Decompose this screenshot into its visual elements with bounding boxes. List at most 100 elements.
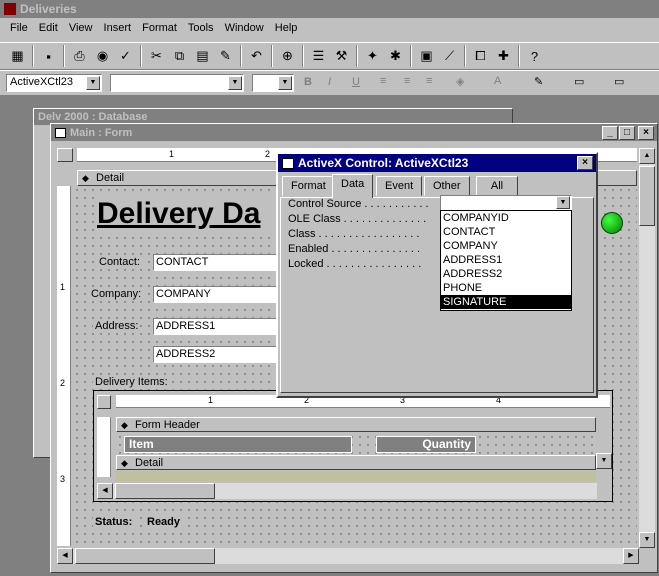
font-combo[interactable]: ▼ (110, 74, 244, 92)
form-vertical-scrollbar[interactable]: ▲ ▼ (639, 148, 655, 548)
dropdown-option[interactable]: PHONE (441, 281, 571, 295)
delivery-items-subform[interactable]: 1 2 3 4 ◆ Form Header Item Quantity ◆ De… (93, 390, 613, 502)
copy-icon[interactable]: ⧉ (168, 45, 191, 67)
status-label[interactable]: Status: (93, 516, 135, 528)
line-color-icon[interactable]: ✎ (534, 75, 543, 88)
subform-detail-bar[interactable]: ◆ Detail (116, 455, 596, 470)
align-left-icon[interactable]: ≡ (380, 75, 386, 87)
subform-header-bar[interactable]: ◆ Form Header (116, 417, 596, 432)
contact-field[interactable]: CONTACT (153, 254, 277, 271)
subform-ruler-corner[interactable] (97, 395, 111, 409)
menu-format[interactable]: Format (142, 22, 177, 34)
form-heading[interactable]: Delivery Da (97, 194, 277, 234)
spelling-icon[interactable]: ✓ (114, 45, 137, 67)
fill-color-icon[interactable]: ◈ (456, 75, 464, 88)
activex-globe-icon[interactable] (601, 212, 623, 234)
font-color-icon[interactable]: A (494, 75, 501, 87)
menu-view[interactable]: View (69, 22, 93, 34)
scroll-left-icon[interactable]: ◀ (97, 483, 113, 499)
align-right-icon[interactable]: ≡ (426, 75, 432, 87)
underline-icon[interactable]: U (352, 76, 360, 88)
insert-hyperlink-icon[interactable]: ⊕ (276, 45, 299, 67)
dropdown-option[interactable]: ADDRESS2 (441, 267, 571, 281)
menu-tools[interactable]: Tools (188, 22, 214, 34)
properties-dialog[interactable]: ActiveX Control: ActiveXCtl23 × Format D… (276, 152, 598, 398)
new-object-icon[interactable]: ✚ (492, 45, 515, 67)
menu-file[interactable]: File (10, 22, 28, 34)
tab-event[interactable]: Event (376, 176, 423, 196)
border-width-icon[interactable]: ▭ (574, 75, 584, 88)
autoformat-icon[interactable]: ✦ (361, 45, 384, 67)
scroll-thumb[interactable] (75, 548, 215, 564)
quantity-column-header[interactable]: Quantity (376, 436, 476, 453)
subform-horizontal-scrollbar[interactable]: ◀ (97, 483, 597, 499)
scroll-thumb[interactable] (115, 483, 215, 499)
address2-field[interactable]: ADDRESS2 (153, 346, 277, 363)
scroll-up-icon[interactable]: ▲ (639, 148, 655, 164)
build-icon[interactable]: ⟋ (438, 45, 461, 67)
database-window-icon[interactable]: ⧠ (469, 45, 492, 67)
scroll-thumb[interactable] (639, 166, 655, 226)
item-column-header[interactable]: Item (124, 436, 352, 453)
save-icon[interactable]: ▪ (37, 45, 60, 67)
vertical-ruler[interactable]: 1 2 3 (57, 186, 71, 546)
contact-label[interactable]: Contact: (97, 256, 142, 268)
tab-other[interactable]: Other (424, 176, 470, 196)
format-painter-icon[interactable]: ✎ (214, 45, 237, 67)
print-preview-icon[interactable]: ◉ (91, 45, 114, 67)
address1-field[interactable]: ADDRESS1 (153, 318, 277, 335)
size-combo[interactable]: ▼ (252, 74, 294, 92)
special-effect-icon[interactable]: ▭ (614, 75, 624, 88)
print-icon[interactable]: ⎙ (68, 45, 91, 67)
property-class[interactable]: Class . . . . . . . . . . . . . . . . . (288, 228, 419, 240)
property-locked[interactable]: Locked . . . . . . . . . . . . . . . . (288, 258, 421, 270)
minimize-icon[interactable]: _ (602, 126, 618, 140)
scroll-down-icon[interactable]: ▼ (639, 532, 655, 548)
control-source-combo[interactable]: ▼ (440, 195, 572, 211)
properties-icon[interactable]: ▣ (415, 45, 438, 67)
dropdown-option[interactable]: COMPANY (441, 239, 571, 253)
code-icon[interactable]: ✱ (384, 45, 407, 67)
control-source-dropdown-list[interactable]: COMPANYID CONTACT COMPANY ADDRESS1 ADDRE… (440, 210, 572, 311)
property-enabled[interactable]: Enabled . . . . . . . . . . . . . . . (288, 243, 420, 255)
status-value[interactable]: Ready (145, 516, 183, 528)
tab-all[interactable]: All (476, 176, 518, 196)
chevron-down-icon[interactable]: ▼ (556, 196, 570, 209)
menu-edit[interactable]: Edit (39, 22, 58, 34)
italic-icon[interactable]: I (328, 76, 331, 88)
maximize-icon[interactable]: □ (619, 126, 635, 140)
dropdown-option-selected[interactable]: SIGNATURE (441, 295, 571, 309)
property-ole-class[interactable]: OLE Class . . . . . . . . . . . . . . (288, 213, 426, 225)
tab-format[interactable]: Format (282, 176, 335, 196)
undo-icon[interactable]: ↶ (245, 45, 268, 67)
scroll-right-icon[interactable]: ▶ (623, 548, 639, 564)
bold-icon[interactable]: B (304, 76, 312, 88)
form-view-icon[interactable]: ▦ (6, 45, 29, 67)
address-label[interactable]: Address: (93, 320, 141, 332)
delivery-items-label[interactable]: Delivery Items: (93, 376, 170, 388)
chevron-down-icon[interactable]: ▼ (86, 76, 100, 90)
close-icon[interactable]: × (638, 126, 654, 140)
company-label[interactable]: Company: (89, 288, 144, 300)
company-field[interactable]: COMPANY (153, 286, 277, 303)
chevron-down-icon[interactable]: ▼ (228, 76, 242, 90)
align-center-icon[interactable]: ≡ (404, 75, 410, 87)
scroll-down-icon[interactable]: ▼ (596, 453, 612, 469)
menu-window[interactable]: Window (225, 22, 264, 34)
ruler-corner[interactable] (57, 148, 73, 162)
close-icon[interactable]: × (577, 156, 593, 170)
property-control-source[interactable]: Control Source . . . . . . . . . . . (288, 198, 429, 210)
cut-icon[interactable]: ✂ (145, 45, 168, 67)
form-horizontal-scrollbar[interactable]: ◀ ▶ (57, 548, 639, 564)
dropdown-option[interactable]: ADDRESS1 (441, 253, 571, 267)
paste-icon[interactable]: ▤ (191, 45, 214, 67)
menu-insert[interactable]: Insert (104, 22, 132, 34)
toolbox-icon[interactable]: ⚒ (330, 45, 353, 67)
chevron-down-icon[interactable]: ▼ (278, 76, 292, 90)
menu-help[interactable]: Help (275, 22, 298, 34)
field-list-icon[interactable]: ☰ (307, 45, 330, 67)
tab-data[interactable]: Data (332, 174, 374, 198)
help-icon[interactable]: ? (523, 45, 546, 67)
subform-detail-grid[interactable] (116, 471, 596, 481)
dropdown-option[interactable]: CONTACT (441, 225, 571, 239)
